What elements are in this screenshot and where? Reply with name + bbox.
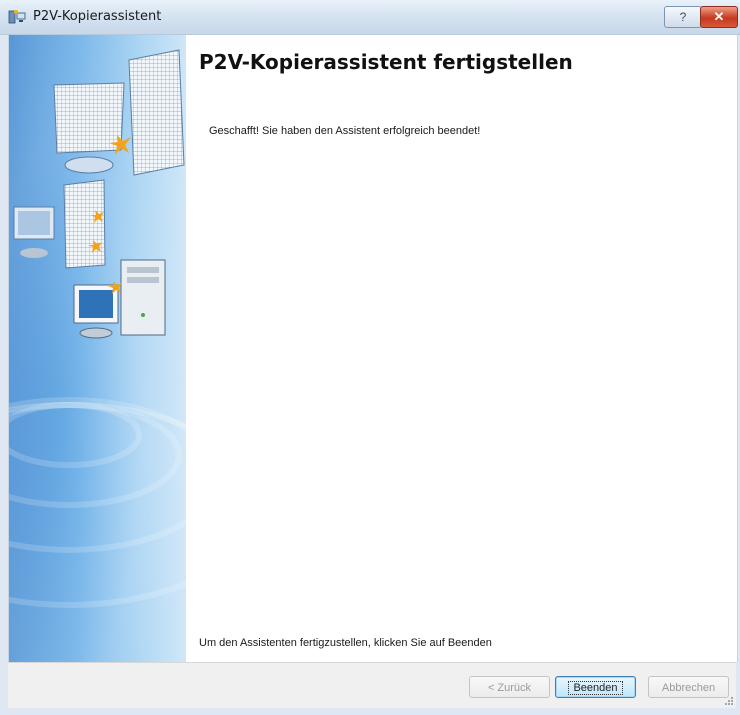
finish-hint: Um den Assistenten fertigzustellen, klic… [199, 637, 492, 649]
cancel-button[interactable]: Abbrechen [648, 676, 729, 698]
button-bar: < Zurück Beenden Abbrechen [8, 662, 736, 708]
back-button[interactable]: < Zurück [469, 676, 550, 698]
help-button[interactable]: ? [664, 6, 702, 28]
servers-network-illustration [9, 35, 186, 662]
success-message: Geschafft! Sie haben den Assistent erfol… [209, 125, 481, 137]
page-title: P2V-Kopierassistent fertigstellen [199, 50, 573, 74]
close-button[interactable]: ✕ [700, 6, 738, 28]
wizard-content: P2V-Kopierassistent fertigstellen Gescha… [8, 35, 738, 662]
resize-grip-icon[interactable] [724, 696, 734, 706]
side-banner [9, 35, 186, 662]
wizard-window: P2V-Kopierassistent ? ✕ P2V-Kopierassist… [0, 0, 740, 715]
finish-button-label: Beenden [568, 681, 623, 695]
finish-button[interactable]: Beenden [555, 676, 636, 698]
window-title: P2V-Kopierassistent [33, 9, 162, 24]
p2v-wizard-icon [8, 10, 26, 24]
title-bar[interactable]: P2V-Kopierassistent ? ✕ [0, 0, 740, 35]
